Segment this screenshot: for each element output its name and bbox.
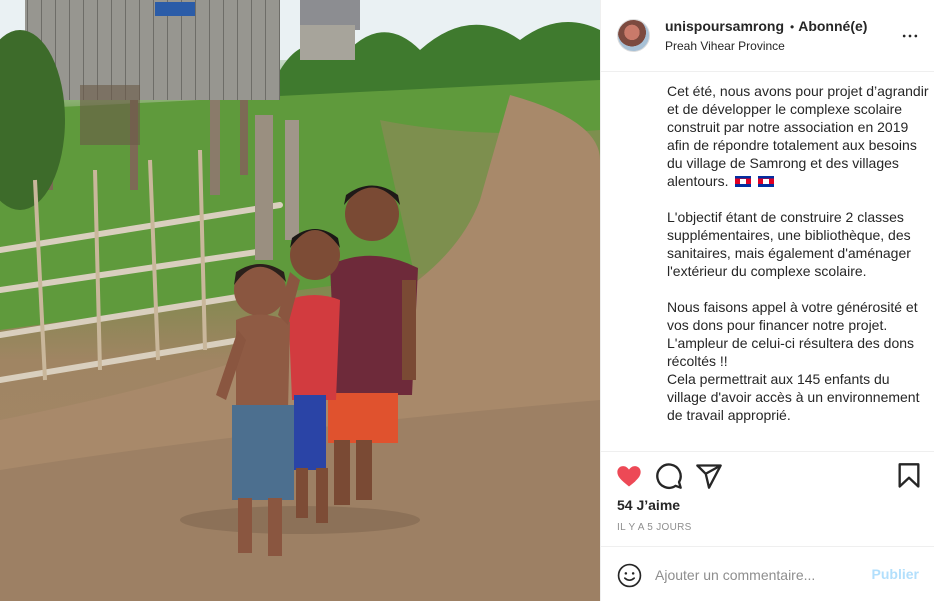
paper-plane-icon[interactable] [695, 462, 723, 490]
comment-bubble-icon[interactable] [655, 462, 683, 490]
post-comment-button[interactable]: Publier [872, 566, 919, 582]
location-link[interactable]: Preah Vihear Province [665, 39, 785, 53]
comment-bar: Publier [601, 546, 934, 601]
separator-dot: • [790, 20, 795, 34]
like-count[interactable]: 54 J’aime [617, 497, 680, 513]
more-options-icon[interactable] [900, 26, 920, 46]
avatar[interactable] [617, 19, 650, 52]
photo-illustration [0, 0, 600, 601]
post-header: unispoursamrong • Abonné(e) Preah Vihear P… [601, 0, 934, 72]
post-photo[interactable] [0, 0, 600, 601]
comment-input[interactable] [655, 561, 855, 589]
username-link[interactable]: unispoursamrong [665, 18, 784, 34]
caption-text: Cet été, nous avons pour projet d’agrand… [667, 83, 929, 189]
smiley-icon[interactable] [617, 563, 642, 588]
post-caption: Cet été, nous avons pour projet d’agrand… [667, 82, 929, 450]
user-line: unispoursamrong • Abonné(e) [665, 18, 867, 34]
post-timestamp[interactable]: IL Y A 5 JOURS [617, 522, 692, 533]
cambodia-flag-icon [758, 176, 775, 187]
post-actions: 54 J’aime IL Y A 5 JOURS Publier [601, 451, 934, 601]
caption-paragraph: Nous faisons appel à votre générosité et… [667, 299, 918, 369]
caption-paragraph: Cela permettrait aux 145 enfants du vill… [667, 371, 920, 423]
post-side-panel: unispoursamrong • Abonné(e) Preah Vihear P… [600, 0, 934, 601]
cambodia-flag-icon [735, 176, 752, 187]
heart-icon[interactable] [615, 462, 643, 490]
caption-paragraph: Cet été, nous avons pour projet d’agrand… [667, 82, 929, 190]
caption-paragraph: L'objectif étant de construire 2 classes… [667, 209, 911, 279]
bookmark-icon[interactable] [895, 462, 923, 490]
follow-status-button[interactable]: Abonné(e) [798, 18, 867, 34]
